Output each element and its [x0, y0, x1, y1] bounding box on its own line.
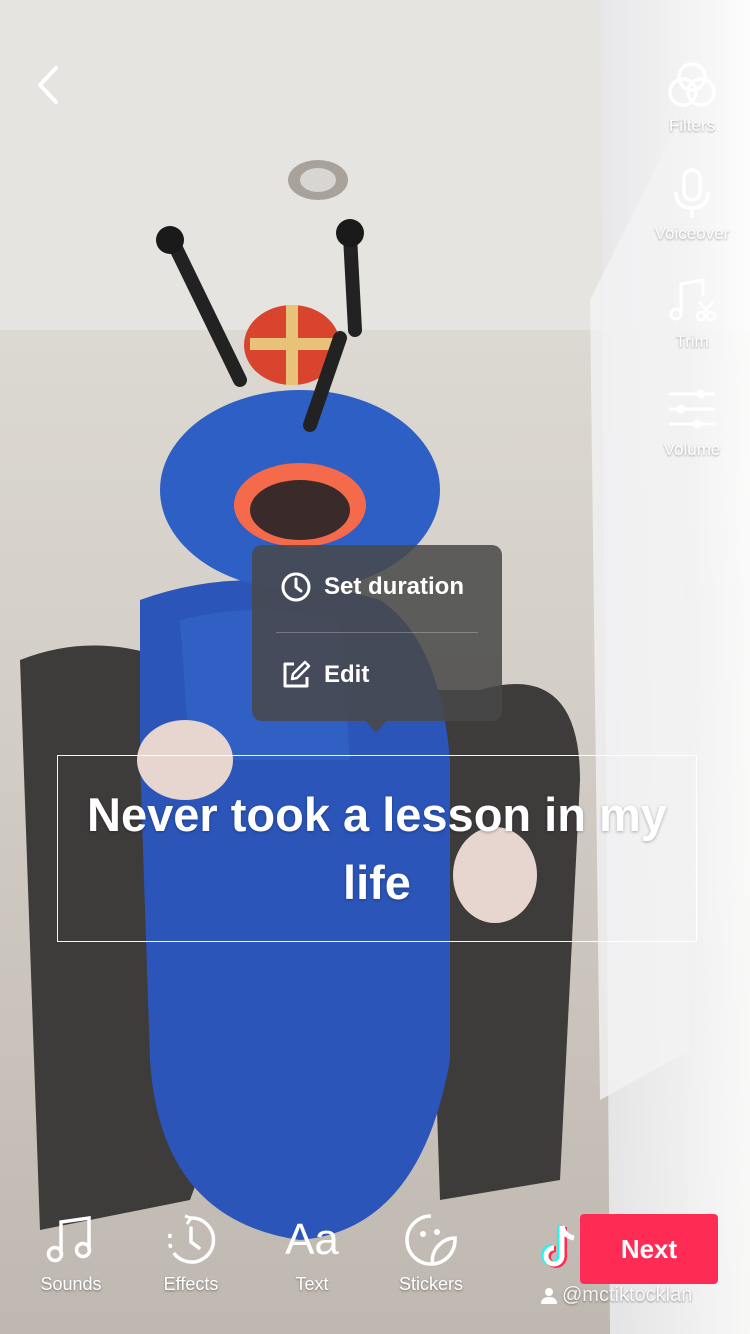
- chevron-left-icon: [38, 66, 58, 104]
- effects-timer-icon: [167, 1214, 216, 1264]
- text-button[interactable]: Aa Text: [257, 1210, 367, 1295]
- caption-text-box[interactable]: Never took a lesson in my life: [57, 755, 697, 942]
- edit-menu-item[interactable]: Edit: [280, 659, 369, 691]
- sounds-button[interactable]: Sounds: [16, 1210, 126, 1295]
- caption-text: Never took a lesson in my life: [87, 787, 667, 909]
- music-note-icon: [46, 1215, 92, 1263]
- next-button[interactable]: Next: [580, 1214, 718, 1284]
- filters-label: Filters: [668, 116, 716, 135]
- stickers-button[interactable]: Stickers: [376, 1210, 486, 1295]
- back-button[interactable]: [30, 60, 70, 110]
- effects-label: Effects: [163, 1274, 219, 1294]
- voiceover-label: Voiceover: [654, 224, 730, 243]
- user-icon: [541, 1287, 557, 1304]
- volume-button[interactable]: Volume: [642, 382, 742, 460]
- text-label: Text: [295, 1274, 329, 1294]
- sliders-icon: [669, 389, 715, 429]
- text-aa-icon: Aa: [285, 1215, 339, 1264]
- effects-button[interactable]: Effects: [136, 1210, 246, 1295]
- edit-label: Edit: [324, 661, 370, 688]
- watermark-username: @mctiktocklan: [562, 1284, 693, 1306]
- text-options-menu: Set duration Edit: [252, 545, 502, 721]
- watermark-handle: @mctiktocklan: [540, 1284, 692, 1307]
- microphone-icon: [674, 168, 710, 218]
- voiceover-button[interactable]: Voiceover: [642, 166, 742, 244]
- music-scissors-icon: [669, 278, 717, 322]
- right-toolbar: Filters Voiceover Trim Volume: [642, 58, 742, 490]
- menu-divider: [276, 632, 478, 633]
- filters-icon: [668, 62, 716, 107]
- set-duration-label: Set duration: [324, 573, 465, 600]
- stickers-label: Stickers: [398, 1274, 463, 1294]
- trim-label: Trim: [675, 332, 709, 351]
- clock-icon: [281, 572, 311, 602]
- menu-pointer: [364, 719, 388, 733]
- sticker-icon: [405, 1214, 457, 1266]
- volume-label: Volume: [663, 440, 721, 459]
- set-duration-menu-item[interactable]: Set duration: [280, 571, 464, 603]
- filters-button[interactable]: Filters: [642, 58, 742, 136]
- edit-icon: [283, 660, 311, 688]
- trim-button[interactable]: Trim: [642, 274, 742, 352]
- sounds-label: Sounds: [40, 1274, 102, 1294]
